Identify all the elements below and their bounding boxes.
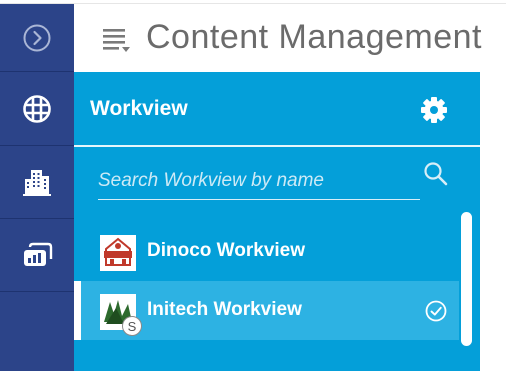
rail-item-workview[interactable] bbox=[0, 72, 74, 146]
search-icon[interactable] bbox=[422, 160, 450, 188]
buildings-icon bbox=[23, 170, 51, 196]
list-scrollbar[interactable] bbox=[461, 212, 472, 346]
bar-chart-icon bbox=[24, 242, 53, 266]
menu-lines-icon[interactable] bbox=[102, 27, 132, 53]
search-input[interactable] bbox=[98, 162, 420, 200]
chevron-right-circle-icon bbox=[23, 24, 51, 51]
initech-thumbnail-icon: S bbox=[100, 294, 142, 336]
gear-icon[interactable] bbox=[420, 96, 448, 124]
selection-indicator bbox=[74, 281, 81, 340]
check-circle-icon bbox=[425, 300, 447, 322]
list-item-dinoco[interactable]: Dinoco Workview bbox=[74, 222, 459, 281]
list-item-label: Initech Workview bbox=[147, 299, 302, 320]
globe-grid-icon bbox=[23, 94, 51, 123]
list-item-label: Dinoco Workview bbox=[147, 240, 306, 261]
rail-collapse-button[interactable] bbox=[0, 4, 74, 72]
rail-item-dashboard[interactable] bbox=[0, 219, 74, 292]
workview-panel: Workview Search Workview by name Dinoco … bbox=[74, 72, 480, 371]
list-item-initech[interactable]: S Initech Workview bbox=[74, 281, 459, 340]
workview-list: Dinoco Workview S Initech Workview bbox=[74, 222, 459, 340]
panel-divider bbox=[74, 145, 480, 147]
panel-title: Workview bbox=[90, 97, 188, 120]
rail-item-buildings[interactable] bbox=[0, 146, 74, 219]
app-header: Content Management bbox=[74, 4, 506, 72]
page-title: Content Management bbox=[146, 18, 482, 56]
nav-rail bbox=[0, 4, 74, 371]
status-badge: S bbox=[122, 316, 142, 336]
dinoco-thumbnail-icon bbox=[100, 235, 136, 271]
